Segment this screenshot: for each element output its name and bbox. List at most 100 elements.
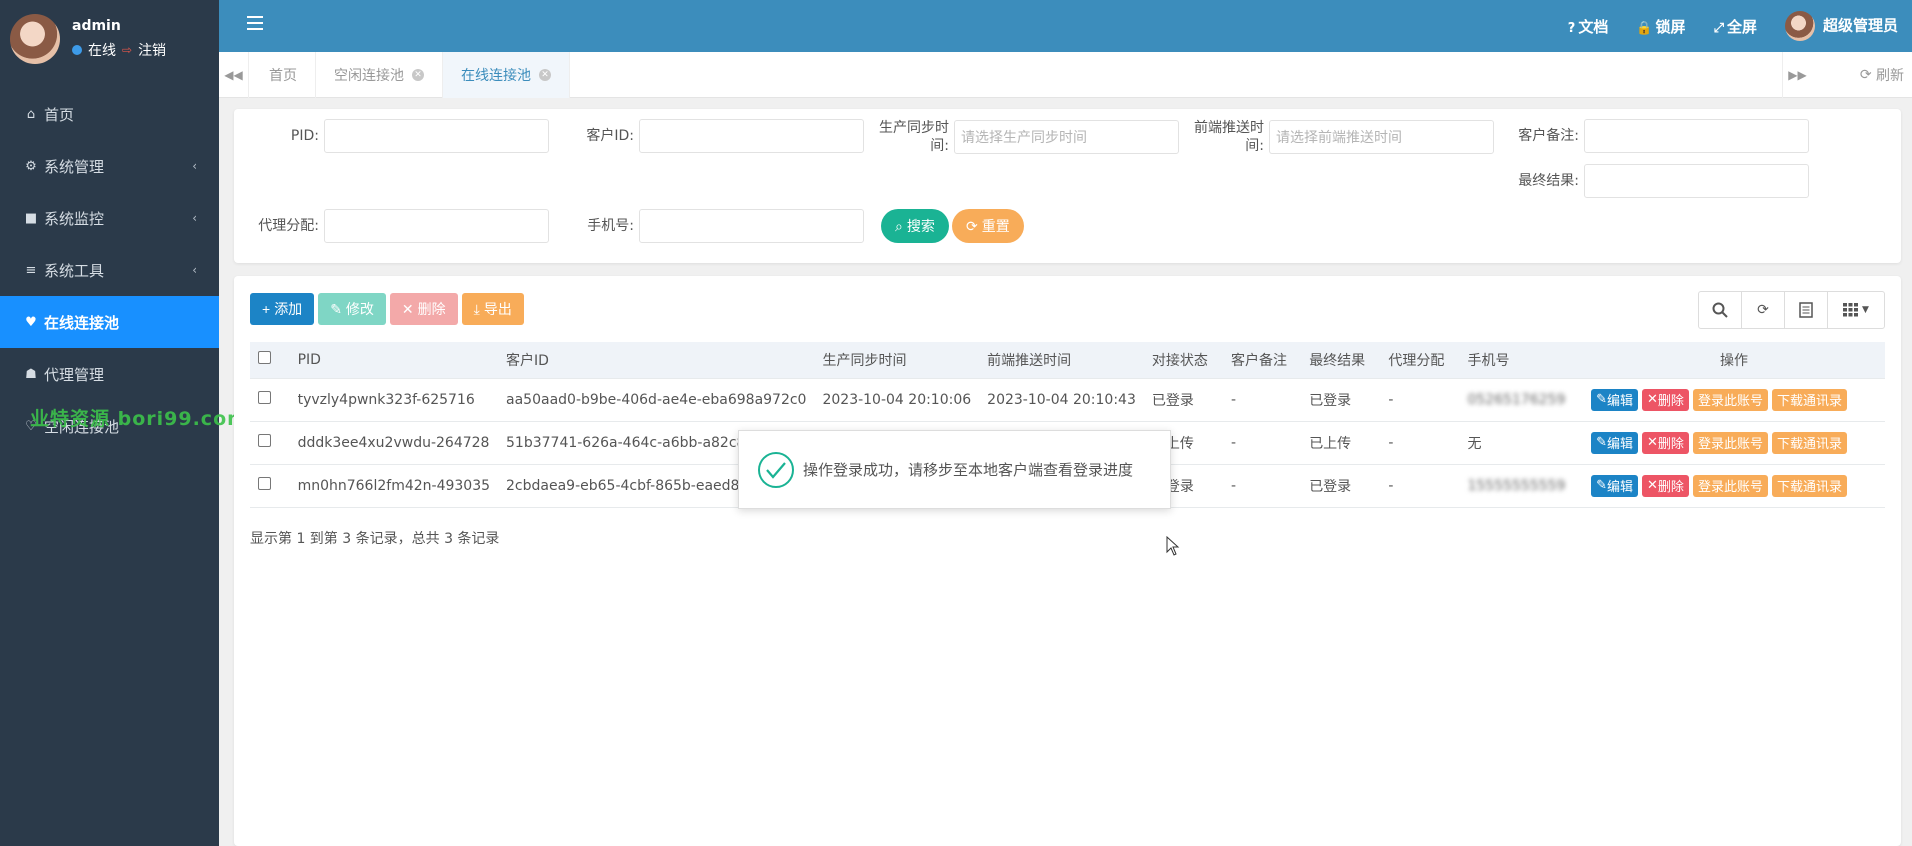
toggle-view-button[interactable]: [1785, 292, 1828, 328]
row-download-contacts-button[interactable]: 下载通讯录: [1771, 474, 1847, 497]
sync-time-input[interactable]: [954, 120, 1179, 154]
caret-down-icon: ▼: [1862, 305, 1869, 315]
logout-link[interactable]: 注销: [138, 40, 166, 60]
row-edit-button[interactable]: ✎ 编辑: [1591, 431, 1639, 454]
refresh-button[interactable]: ⟳ 刷新: [1860, 52, 1904, 98]
row-login-button[interactable]: 登录此账号: [1692, 388, 1768, 411]
fullscreen-link[interactable]: ⤢ 全屏: [1714, 16, 1757, 37]
tab-idle-pool[interactable]: 空闲连接池 ✕: [316, 52, 443, 98]
column-header[interactable]: 前端推送时间: [979, 342, 1144, 379]
final-result-input[interactable]: [1584, 164, 1809, 198]
cell-pid: dddk3ee4xu2vwdu-264728: [289, 421, 499, 465]
column-header[interactable]: 客户ID: [498, 342, 815, 379]
row-login-button[interactable]: 登录此账号: [1692, 431, 1768, 454]
column-header[interactable]: 对接状态: [1143, 342, 1224, 379]
cell-customer-id: aa50aad0-b9be-406d-ae4e-eba698a972c0: [498, 378, 815, 422]
phone-label: 手机号:: [587, 218, 634, 234]
row-delete-button[interactable]: ✕ 删除: [1642, 388, 1689, 411]
row-checkbox[interactable]: [258, 391, 271, 404]
sidebar-item-system-management[interactable]: ⚙ 系统管理 ‹: [0, 140, 219, 192]
cell-result: 已登录: [1301, 378, 1381, 422]
docs-link[interactable]: ? 文档: [1568, 16, 1609, 37]
avatar: [1784, 11, 1815, 41]
columns-dropdown-button[interactable]: ▼: [1828, 292, 1884, 328]
column-header[interactable]: 最终结果: [1301, 342, 1381, 379]
column-header[interactable]: PID: [289, 342, 499, 379]
close-icon[interactable]: ✕: [539, 69, 551, 81]
users-icon: ☗: [25, 366, 37, 382]
tabs-bar: ◀◀ 首页 空闲连接池 ✕ 在线连接池 ✕ ▶▶ ⟳ 刷新: [219, 52, 1912, 98]
grid-icon: [1843, 303, 1859, 317]
tab-online-pool[interactable]: 在线连接池 ✕: [443, 52, 570, 98]
column-header[interactable]: 客户备注: [1223, 342, 1302, 379]
search-form: PID: 客户ID: 生产同步时间: 前端推送时间: 客户备注: 最终结果: 代…: [234, 109, 1901, 263]
table-panel: + 添加 ✎ 修改 ✕ 删除 ⤓ 导出 ⟳ ▼ PID 客户ID 生产同步时间 前端推送…: [234, 276, 1901, 846]
search-button[interactable]: ⌕ 搜索: [881, 209, 949, 243]
sync-time-label: 生产同步时间:: [879, 120, 949, 154]
pagination-info: 显示第 1 到第 3 条记录，总共 3 条记录: [250, 531, 500, 547]
logout-icon[interactable]: ⇨: [122, 43, 132, 57]
plus-icon: +: [262, 301, 271, 317]
sidebar-item-online-pool[interactable]: ♥ 在线连接池: [0, 296, 219, 348]
table-refresh-button[interactable]: ⟳: [1742, 292, 1785, 328]
sidebar-menu: ⌂ 首页 ⚙ 系统管理 ‹ ■ 系统监控 ‹ ≡ 系统工具 ‹ ♥ 在线连接池 …: [0, 88, 219, 452]
export-button[interactable]: ⤓ 导出: [461, 293, 524, 325]
tab-scroll-left-icon[interactable]: ◀◀: [219, 52, 249, 98]
menu-toggle-icon[interactable]: [247, 16, 263, 30]
search-icon: [1712, 302, 1728, 318]
sidebar-item-home[interactable]: ⌂ 首页: [0, 88, 219, 140]
cell-proxy: -: [1380, 378, 1460, 422]
user-name: admin: [72, 18, 121, 34]
cell-phone: 15555555559: [1459, 464, 1584, 508]
download-icon: ⤓: [473, 300, 480, 317]
sidebar-item-proxy-management[interactable]: ☗ 代理管理: [0, 348, 219, 400]
phone-input[interactable]: [639, 209, 864, 243]
column-header[interactable]: 生产同步时间: [814, 342, 980, 379]
cell-push-time: 2023-10-04 20:10:43: [979, 378, 1144, 422]
proxy-label: 代理分配:: [258, 218, 319, 234]
sidebar-item-system-tools[interactable]: ≡ 系统工具 ‹: [0, 244, 219, 296]
refresh-icon: ⟳: [966, 217, 978, 234]
cell-phone: 无: [1459, 421, 1584, 465]
row-login-button[interactable]: 登录此账号: [1692, 474, 1768, 497]
cell-pid: tyvzly4pwnk323f-625716: [289, 378, 499, 422]
table-toolbar: + 添加 ✎ 修改 ✕ 删除 ⤓ 导出: [250, 293, 524, 325]
search-toggle-button[interactable]: [1699, 292, 1742, 328]
tab-scroll-right-icon[interactable]: ▶▶: [1782, 52, 1812, 98]
push-time-input[interactable]: [1269, 120, 1494, 154]
reset-button[interactable]: ⟳ 重置: [952, 209, 1024, 243]
cell-sync-time: 2023-10-04 20:10:06: [814, 378, 980, 422]
proxy-input[interactable]: [324, 209, 549, 243]
home-icon: ⌂: [26, 106, 36, 122]
sidebar-item-system-monitor[interactable]: ■ 系统监控 ‹: [0, 192, 219, 244]
row-checkbox[interactable]: [258, 434, 271, 447]
tab-home[interactable]: 首页: [251, 52, 316, 98]
refresh-icon: ⟳: [1859, 67, 1872, 83]
close-icon[interactable]: ✕: [412, 69, 424, 81]
remark-input[interactable]: [1584, 119, 1809, 153]
row-delete-button[interactable]: ✕ 删除: [1642, 431, 1689, 454]
add-button[interactable]: + 添加: [250, 293, 315, 325]
row-edit-button[interactable]: ✎ 编辑: [1591, 388, 1639, 411]
mouse-cursor-icon: [1166, 536, 1180, 556]
select-all-checkbox[interactable]: [258, 351, 271, 365]
row-download-contacts-button[interactable]: 下载通讯录: [1771, 388, 1847, 411]
lock-screen-link[interactable]: 🔒 锁屏: [1636, 16, 1685, 37]
customer-id-input[interactable]: [639, 119, 864, 153]
chevron-left-icon: ‹: [192, 263, 197, 277]
admin-menu[interactable]: 超级管理员: [1784, 11, 1898, 41]
cell-remark: -: [1223, 378, 1302, 422]
column-header[interactable]: 手机号: [1459, 342, 1584, 379]
row-edit-button[interactable]: ✎ 编辑: [1591, 474, 1639, 497]
row-checkbox[interactable]: [258, 477, 271, 490]
edit-button[interactable]: ✎ 修改: [318, 293, 386, 325]
cell-proxy: -: [1380, 421, 1460, 465]
row-download-contacts-button[interactable]: 下载通讯录: [1771, 431, 1847, 454]
column-header[interactable]: 代理分配: [1380, 342, 1460, 379]
pid-input[interactable]: [324, 119, 549, 153]
table-row: tyvzly4pwnk323f-625716 aa50aad0-b9be-406…: [250, 378, 1885, 422]
remark-label: 客户备注:: [1518, 128, 1579, 144]
list-icon: [1799, 302, 1813, 318]
row-delete-button[interactable]: ✕ 删除: [1642, 474, 1689, 497]
delete-button[interactable]: ✕ 删除: [389, 293, 458, 325]
